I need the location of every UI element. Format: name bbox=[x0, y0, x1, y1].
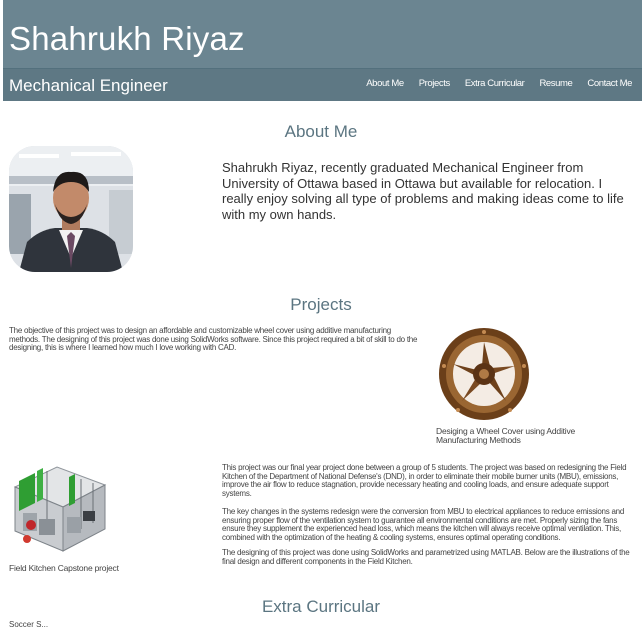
navbar: Mechanical Engineer About Me Projects Ex… bbox=[3, 68, 642, 101]
about-text: Shahrukh Riyaz, recently graduated Mecha… bbox=[222, 160, 624, 222]
projects-heading: Projects bbox=[290, 295, 352, 314]
nav-projects[interactable]: Projects bbox=[419, 78, 451, 89]
site-subtitle: Mechanical Engineer bbox=[9, 76, 168, 95]
site-title: Shahrukh Riyaz bbox=[9, 20, 245, 57]
profile-photo bbox=[9, 146, 133, 272]
about-heading: About Me bbox=[284, 122, 358, 141]
field-kitchen-image bbox=[9, 459, 109, 555]
kitchen-paragraph-1: This project was our final year project … bbox=[222, 463, 627, 498]
kitchen-paragraph-2: The key changes in the systems redesign … bbox=[222, 507, 625, 542]
field-kitchen-caption: Field Kitchen Capstone project bbox=[9, 563, 119, 573]
extra-curricular-heading: Extra Curricular bbox=[261, 597, 381, 616]
site-header: Shahrukh Riyaz Mechanical Engineer About… bbox=[3, 0, 642, 101]
wheel-cover-caption: Desiging a Wheel Cover using Additive Ma… bbox=[436, 426, 576, 445]
nav-about-me[interactable]: About Me bbox=[366, 78, 404, 89]
wheel-cover-image bbox=[436, 326, 532, 422]
nav-contact-me[interactable]: Contact Me bbox=[587, 78, 632, 89]
nav-menu: About Me Projects Extra Curricular Resum… bbox=[366, 78, 632, 89]
kitchen-paragraph-3: The designing of this project was done u… bbox=[222, 548, 630, 566]
wheel-project-description: The objective of this project was to des… bbox=[9, 326, 418, 353]
nav-extra-curricular[interactable]: Extra Curricular bbox=[465, 78, 525, 89]
nav-resume[interactable]: Resume bbox=[539, 78, 572, 89]
